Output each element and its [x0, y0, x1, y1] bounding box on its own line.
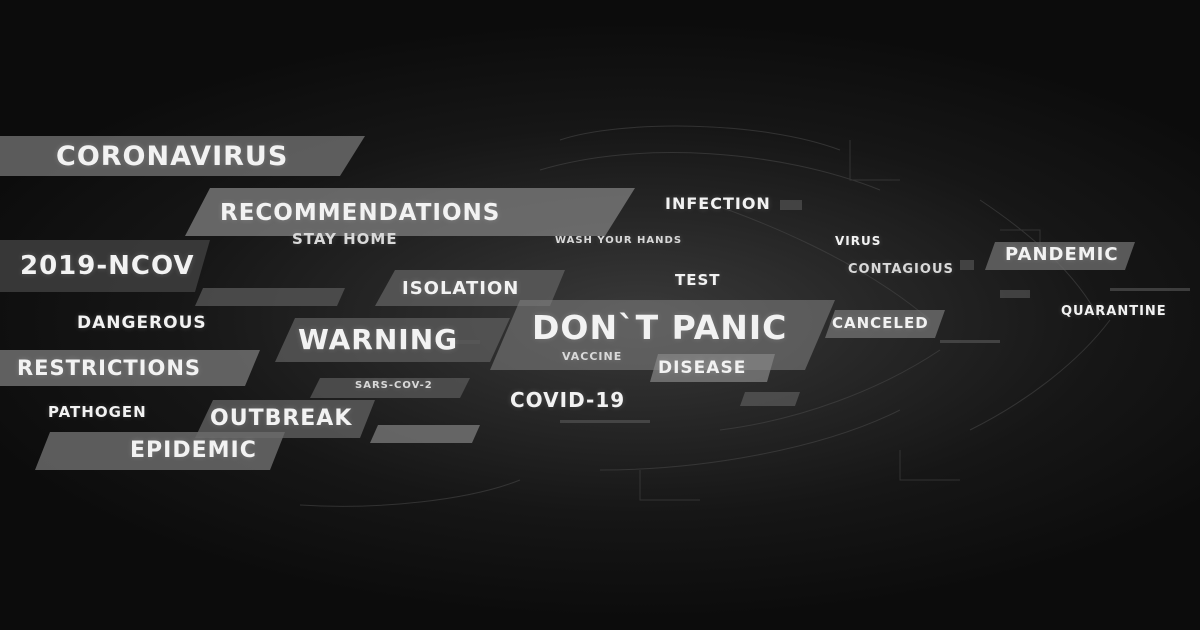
word-canceled: CANCELED: [832, 314, 929, 332]
word-2019-ncov: 2019-NCOV: [20, 251, 195, 281]
word-outbreak: OUTBREAK: [210, 406, 353, 431]
word-pathogen: PATHOGEN: [48, 403, 147, 421]
word-isolation: ISOLATION: [402, 278, 520, 299]
word-virus: VIRUS: [835, 234, 882, 248]
word-covid-19: COVID-19: [510, 388, 626, 412]
band-small-2: [195, 288, 345, 306]
word-recommendations: RECOMMENDATIONS: [220, 200, 501, 226]
word-dangerous: DANGEROUS: [77, 313, 207, 333]
word-sars-cov-2: SARS-COV-2: [355, 380, 433, 391]
word-dont-panic: DON`T PANIC: [532, 308, 788, 347]
word-restrictions: RESTRICTIONS: [17, 356, 202, 380]
artwork-canvas: CORONAVIRUS RECOMMENDATIONS INFECTION ST…: [0, 0, 1200, 630]
word-contagious: CONTAGIOUS: [848, 262, 954, 277]
word-wash-your-hands: WASH YOUR HANDS: [555, 235, 683, 246]
word-disease: DISEASE: [658, 358, 747, 378]
word-test: TEST: [675, 271, 721, 289]
word-epidemic: EPIDEMIC: [130, 438, 257, 463]
band-small-3: [740, 392, 800, 406]
word-vaccine: VACCINE: [562, 350, 623, 363]
word-coronavirus: CORONAVIRUS: [56, 141, 289, 172]
band-small-1: [370, 425, 480, 443]
word-stay-home: STAY HOME: [292, 230, 398, 248]
word-warning: WARNING: [298, 323, 459, 356]
word-infection: INFECTION: [665, 194, 771, 213]
word-quarantine: QUARANTINE: [1061, 304, 1167, 319]
word-pandemic: PANDEMIC: [1005, 244, 1119, 265]
